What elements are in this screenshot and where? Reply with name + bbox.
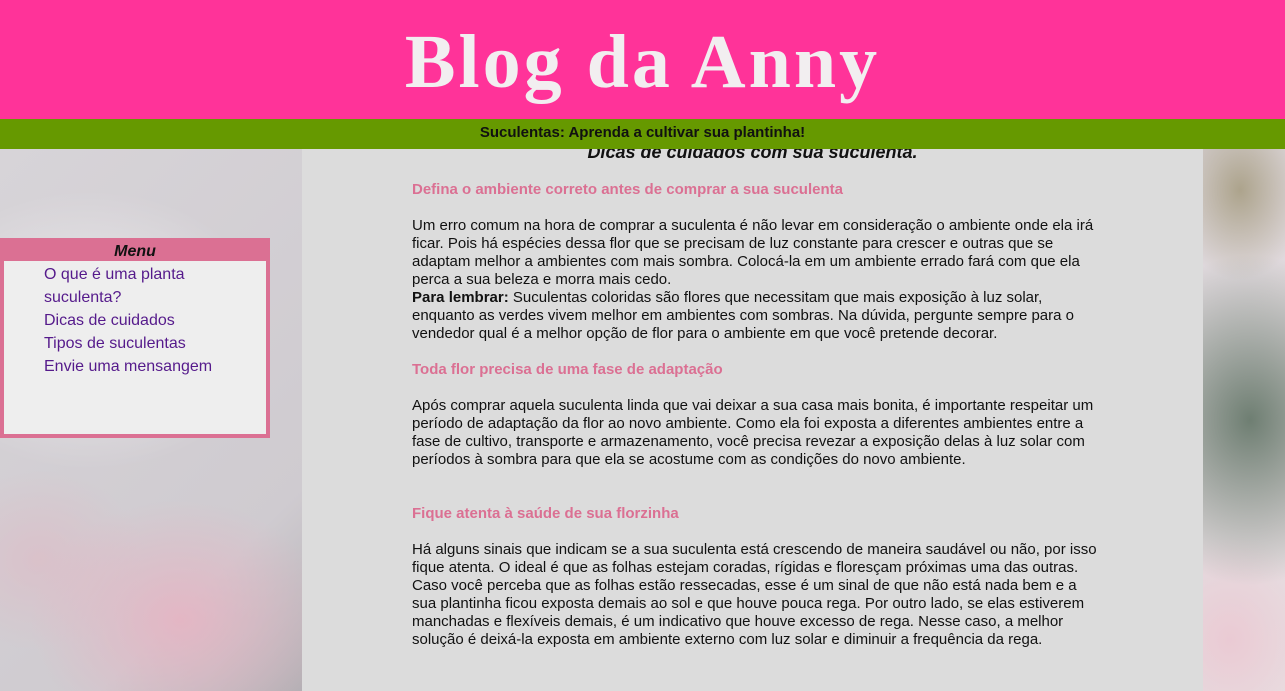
- main-content: Dicas de cuidados com sua suculenta. Def…: [302, 149, 1203, 691]
- site-header: Blog da Anny: [0, 0, 1285, 119]
- section-title: Toda flor precisa de uma fase de adaptaç…: [412, 361, 723, 378]
- menu-link-what-is-succulent[interactable]: O que é uma planta suculenta?: [44, 266, 185, 306]
- site-title: Blog da Anny: [404, 20, 881, 104]
- menu-link-send-message[interactable]: Envie uma mensangem: [44, 358, 212, 375]
- subtitle-text: Suculentas: Aprenda a cultivar sua plant…: [479, 124, 806, 141]
- subtitle-bar: Suculentas: Aprenda a cultivar sua plant…: [0, 119, 1285, 149]
- side-menu: Menu O que é uma planta suculenta? Dicas…: [0, 238, 270, 438]
- article-section: Toda flor precisa de uma fase de adaptaç…: [412, 361, 1097, 469]
- article-section: Defina o ambiente correto antes de compr…: [412, 181, 1097, 343]
- menu-item: Envie uma mensangem: [44, 355, 266, 378]
- menu-item: Tipos de suculentas: [44, 332, 266, 355]
- section-title: Defina o ambiente correto antes de compr…: [412, 181, 843, 198]
- note-text: Suculentas coloridas são flores que nece…: [412, 289, 1074, 342]
- menu-link-succulent-types[interactable]: Tipos de suculentas: [44, 335, 186, 352]
- section-text: Um erro comum na hora de comprar a sucul…: [412, 217, 1094, 288]
- menu-list: O que é uma planta suculenta? Dicas de c…: [4, 261, 266, 378]
- menu-item: Dicas de cuidados: [44, 309, 266, 332]
- article-section: Fique atenta à saúde de sua florzinha Há…: [412, 505, 1097, 649]
- menu-item: O que é uma planta suculenta?: [44, 263, 266, 309]
- content-heading: Dicas de cuidados com sua suculenta.: [587, 149, 918, 162]
- section-body: Após comprar aquela suculenta linda que …: [412, 397, 1094, 468]
- menu-title: Menu: [4, 242, 266, 261]
- section-title: Fique atenta à saúde de sua florzinha: [412, 505, 679, 522]
- section-body: Há alguns sinais que indicam se a sua su…: [412, 541, 1097, 648]
- note-label: Para lembrar:: [412, 289, 509, 306]
- menu-link-care-tips[interactable]: Dicas de cuidados: [44, 312, 175, 329]
- section-body: Um erro comum na hora de comprar a sucul…: [412, 217, 1097, 343]
